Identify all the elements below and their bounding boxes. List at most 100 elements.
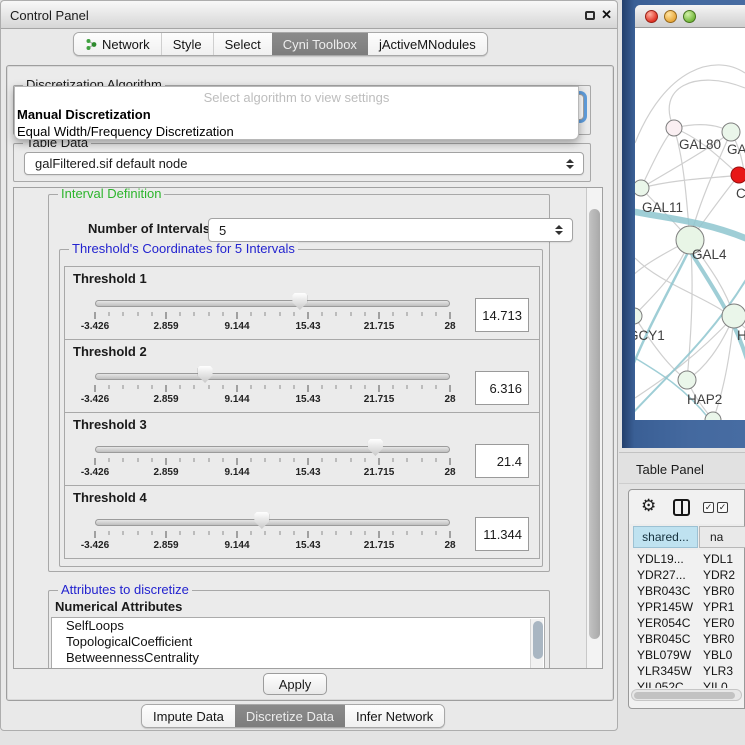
threshold-panel-3: Threshold 3 -3.4262.8599.14415.4321.71528… [64,412,540,486]
slider-thumb[interactable] [198,366,213,383]
tab-label: Infer Network [356,709,433,724]
table-row[interactable]: YDR27...YDR2 [631,568,744,584]
table-data-combobox[interactable]: galFiltered.sif default node [24,152,584,175]
tab-select[interactable]: Select [213,33,272,55]
slider-track[interactable] [95,446,450,453]
tab-cyni-toolbox[interactable]: Cyni Toolbox [272,33,368,55]
threshold-value-field[interactable]: 6.316 [475,371,529,405]
cell-shared-name: YBR045C [631,632,697,648]
slider-track[interactable] [95,519,450,526]
table-rows: YDL19...YDL1YDR27...YDR2YBR043CYBR0YPR14… [631,552,744,688]
tab-label: Network [102,37,150,52]
cell-name: YBL0 [697,648,732,664]
attributes-list-scrollbar[interactable] [530,619,543,669]
network-window-titlebar [635,5,745,28]
float-window-icon[interactable] [585,11,595,20]
numerical-attributes-label: Numerical Attributes [55,599,182,614]
thresholds-group-label: Threshold's Coordinates for 5 Intervals [69,242,298,256]
slider-ticks [95,531,450,539]
slider-thumb[interactable] [368,439,383,456]
column-header-name[interactable]: na [699,526,745,548]
cell-name: YER0 [697,616,734,632]
node-label: GAL4 [692,247,727,262]
mac-minimize-button[interactable] [664,10,677,23]
threshold-label: Threshold 3 [73,417,147,432]
mac-close-button[interactable] [645,10,658,23]
tab-jactivemnodules[interactable]: jActiveMNodules [368,33,487,55]
table-row[interactable]: YER054CYER0 [631,616,744,632]
algorithm-placeholder: Select algorithm to view settings [15,90,578,105]
attribute-list-item[interactable]: SelfLoops [52,618,544,634]
settings-scrollbar-track[interactable] [586,188,602,668]
table-panel: ⚙ ✓ ✓ shared... na YDL19...YDL1YDR27...Y… [628,489,745,709]
slider-track[interactable] [95,373,450,380]
table-hscrollbar[interactable] [631,689,742,701]
network-node-h[interactable] [722,304,745,328]
tab-label: Select [225,37,261,52]
algorithm-option-0[interactable]: Manual Discretization [17,106,576,123]
cell-shared-name: YDL19... [631,552,697,568]
cell-shared-name: YBR043C [631,584,697,600]
column-header-shared-name[interactable]: shared... [633,526,698,548]
slider-ticks [95,312,450,320]
algorithm-option-1[interactable]: Equal Width/Frequency Discretization [17,123,576,140]
tab-discretize-data[interactable]: Discretize Data [235,705,345,727]
attribute-list-item[interactable]: TopologicalCoefficient [52,634,544,650]
bottom-tab-bar: Impute Data Discretize Data Infer Network [141,704,445,728]
table-row[interactable]: YIL052CYIL0 [631,680,744,688]
threshold-value-field[interactable]: 14.713 [475,298,529,332]
split-columns-icon[interactable] [673,499,690,516]
tab-network[interactable]: Network [74,33,161,55]
attributes-group-label: Attributes to discretize [58,583,192,597]
slider-thumb[interactable] [254,512,269,529]
cell-shared-name: YBL079W [631,648,697,664]
network-graph: GAL80GACGAL11GAL4GCY1HHAP2 [635,28,745,420]
attributes-scrollbar-thumb[interactable] [533,621,543,659]
slider-ticks [95,385,450,393]
tab-impute-data[interactable]: Impute Data [142,705,235,727]
attribute-list-item[interactable]: BetweennessCentrality [52,650,544,666]
number-of-intervals-combobox[interactable]: 5 [208,218,573,242]
apply-button[interactable]: Apply [263,673,327,695]
numerical-attributes-list[interactable]: SelfLoopsTopologicalCoefficientBetweenne… [51,617,545,669]
table-row[interactable]: YLR345WYLR3 [631,664,744,680]
cell-shared-name: YPR145W [631,600,697,616]
table-row[interactable]: YPR145WYPR1 [631,600,744,616]
tab-infer-network[interactable]: Infer Network [345,705,444,727]
network-node-gal80[interactable] [666,120,682,136]
close-icon[interactable]: ✕ [601,7,612,23]
table-row[interactable]: YBR043CYBR0 [631,584,744,600]
gear-icon[interactable]: ⚙ [641,496,656,516]
slider-thumb[interactable] [292,293,307,310]
cell-name: YDL1 [697,552,733,568]
network-node-hap2[interactable] [678,371,696,389]
threshold-label: Threshold 2 [73,344,147,359]
combo-arrows-icon [555,225,563,235]
network-node-ga[interactable] [722,123,740,141]
tab-style[interactable]: Style [161,33,213,55]
table-hscrollbar-thumb[interactable] [634,692,735,699]
table-row[interactable]: YDL19...YDL1 [631,552,744,568]
settings-scrollbar-thumb[interactable] [589,209,600,639]
cell-name: YBR0 [697,632,734,648]
threshold-value-field[interactable]: 21.4 [475,444,529,478]
threshold-value-field[interactable]: 11.344 [475,517,529,551]
checkbox-icon[interactable]: ✓ [703,502,714,513]
checkbox-icon[interactable]: ✓ [717,502,728,513]
slider-tick-labels: -3.4262.8599.14415.4321.71528 [95,467,450,479]
network-node-c[interactable] [731,167,745,183]
cell-shared-name: YDR27... [631,568,697,584]
top-tab-bar: Network Style Select Cyni Toolbox jActiveMNo… [73,32,488,56]
slider-track[interactable] [95,300,450,307]
network-node-gal11[interactable] [635,180,649,196]
table-row[interactable]: YBL079WYBL0 [631,648,744,664]
tab-label: Discretize Data [246,709,334,724]
table-row[interactable]: YBR045CYBR0 [631,632,744,648]
cell-shared-name: YLR345W [631,664,697,680]
network-canvas[interactable]: GAL80GACGAL11GAL4GCY1HHAP2 [635,28,745,420]
threshold-panel-4: Threshold 4-3.4262.8599.14415.4321.71528… [64,485,540,559]
mac-zoom-button[interactable] [683,10,696,23]
table-data-group: Table Data galFiltered.sif default node [13,143,591,182]
network-node-gcy1[interactable] [635,308,642,324]
tab-label: Cyni Toolbox [283,37,357,52]
